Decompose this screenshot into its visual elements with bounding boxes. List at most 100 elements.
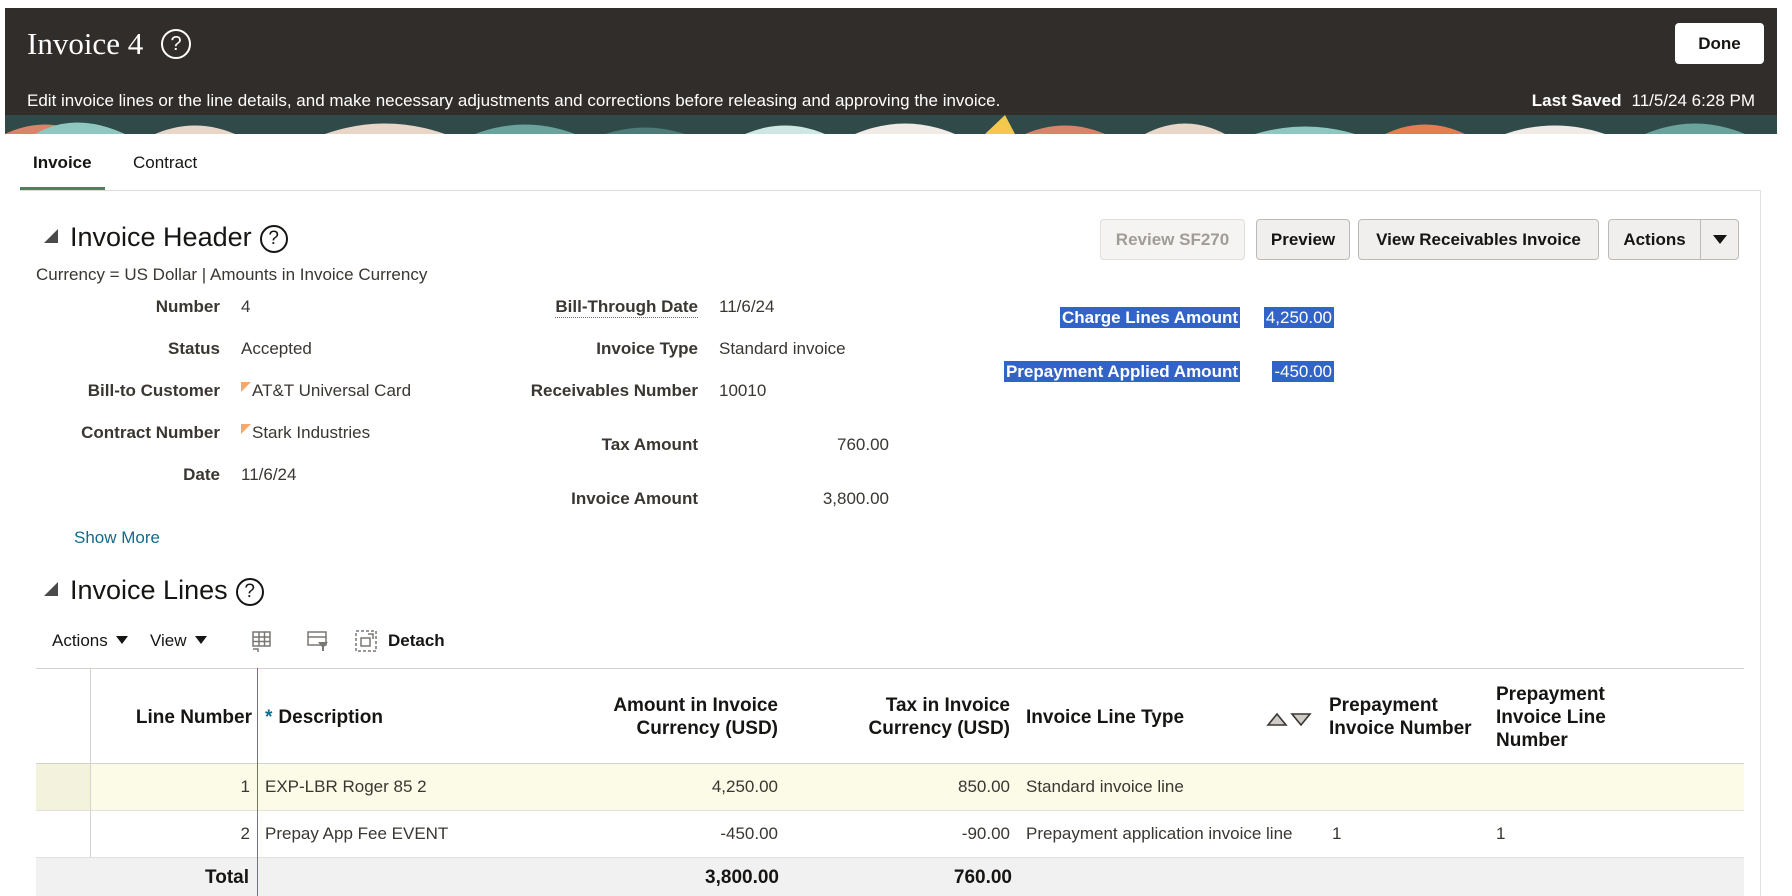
invoice-lines-toolbar: Actions View Detach	[36, 628, 636, 658]
prepayment-applied-amount-label: Prepayment Applied Amount	[1003, 361, 1240, 382]
col-amount[interactable]: Amount in Invoice Currency (USD)	[613, 694, 778, 740]
cell-line-number: 1	[240, 777, 250, 796]
view-menu-label: View	[150, 631, 187, 650]
col-invoice-line-type[interactable]: Invoice Line Type	[1026, 706, 1184, 729]
row-selector[interactable]	[36, 764, 91, 810]
page-title: Invoice 4	[27, 26, 144, 61]
tabs-divider	[20, 190, 1761, 191]
show-more-link[interactable]: Show More	[74, 528, 160, 548]
last-saved-label: Last Saved	[1531, 91, 1622, 110]
cell-invoice-line-type: Standard invoice line	[1026, 777, 1184, 796]
cell-line-number: 2	[240, 824, 250, 843]
tax-amount-label: Tax Amount	[601, 435, 698, 454]
col-prepayment-invoice-line-number[interactable]: Prepayment Invoice Line Number	[1496, 683, 1606, 752]
actions-button[interactable]: Actions	[1609, 220, 1701, 259]
collapse-triangle-icon[interactable]	[44, 582, 58, 596]
table-total-row: Total 3,800.00 760.00	[36, 858, 1744, 896]
total-label: Total	[205, 867, 249, 888]
invoice-type-label: Invoice Type	[596, 339, 698, 358]
last-saved: Last Saved 11/5/24 6:28 PM	[1532, 91, 1755, 111]
bill-through-date-value: 11/6/24	[719, 297, 775, 316]
sort-icon[interactable]	[1265, 711, 1315, 727]
receivables-number-value[interactable]: 10010	[719, 381, 766, 401]
tab-invoice[interactable]: Invoice	[20, 146, 105, 191]
help-icon[interactable]: ?	[161, 29, 191, 59]
col-line-number[interactable]: Line Number	[136, 706, 252, 729]
status-value: Accepted	[241, 339, 312, 358]
cell-invoice-line-type: Prepayment application invoice line	[1026, 824, 1293, 843]
contract-number-label: Contract Number	[81, 423, 220, 442]
invoice-type-value: Standard invoice	[719, 339, 846, 358]
table-row[interactable]: 1 EXP-LBR Roger 85 2 4,250.00 850.00 Sta…	[36, 764, 1744, 811]
invoice-header-title: Invoice Header	[70, 222, 252, 252]
cell-tax: -90.00	[961, 824, 1010, 843]
invoice-header-section: Invoice Header?	[44, 222, 288, 253]
bill-to-customer-text: AT&T Universal Card	[252, 381, 412, 400]
invoice-amount-label: Invoice Amount	[571, 489, 698, 508]
date-label: Date	[183, 465, 220, 484]
chevron-down-icon	[1712, 235, 1727, 244]
contract-number-value: Stark Industries	[241, 423, 370, 443]
content-border	[1760, 190, 1761, 896]
cell-description[interactable]: Prepay App Fee EVENT	[265, 824, 448, 844]
actions-menu-button[interactable]: Actions	[1608, 219, 1739, 260]
detach-icon[interactable]	[354, 629, 378, 653]
query-by-example-icon[interactable]	[306, 629, 330, 653]
chevron-down-icon	[194, 636, 207, 644]
cell-prepayment-invoice-number: 1	[1332, 824, 1342, 843]
collapse-triangle-icon[interactable]	[44, 229, 58, 243]
last-saved-value: 11/5/24 6:28 PM	[1631, 91, 1756, 110]
cell-prepayment-line-number: 1	[1496, 824, 1506, 843]
flag-icon	[241, 424, 251, 434]
number-label: Number	[155, 297, 220, 316]
actions-menu[interactable]: Actions	[52, 628, 128, 654]
charge-lines-amount-label: Charge Lines Amount	[1060, 307, 1240, 328]
required-indicator: *	[265, 707, 273, 728]
view-receivables-invoice-button[interactable]: View Receivables Invoice	[1358, 219, 1599, 260]
view-menu[interactable]: View	[150, 628, 207, 654]
help-icon[interactable]: ?	[259, 225, 288, 253]
preview-button[interactable]: Preview	[1256, 219, 1350, 260]
invoice-lines-section: Invoice Lines?	[44, 575, 264, 606]
prepayment-applied-amount-value: -450.00	[1272, 361, 1334, 382]
invoice-lines-title: Invoice Lines	[70, 575, 228, 605]
receivables-number-label: Receivables Number	[530, 381, 698, 400]
number-value: 4	[241, 297, 251, 316]
col-tax[interactable]: Tax in Invoice Currency (USD)	[869, 694, 1010, 740]
cell-description[interactable]: EXP-LBR Roger 85 2	[265, 777, 427, 797]
cell-amount: -450.00	[720, 824, 778, 843]
row-selector[interactable]	[36, 811, 91, 857]
cell-amount: 4,250.00	[711, 777, 778, 796]
currency-note: Currency = US Dollar | Amounts in Invoic…	[36, 265, 428, 284]
done-button[interactable]: Done	[1675, 23, 1764, 64]
frozen-column-divider	[257, 668, 258, 896]
actions-dropdown-toggle[interactable]	[1701, 220, 1738, 259]
col-prepayment-invoice-number[interactable]: Prepayment Invoice Number	[1329, 694, 1472, 740]
review-sf270-button[interactable]: Review SF270	[1100, 219, 1245, 260]
invoice-amount-value: 3,800.00	[822, 489, 889, 508]
flag-icon	[241, 382, 251, 392]
page-description: Edit invoice lines or the line details, …	[27, 91, 1001, 110]
cell-tax: 850.00	[958, 777, 1010, 796]
tax-amount-value: 760.00	[837, 435, 889, 454]
row-selector-header	[36, 669, 91, 763]
page-header: Invoice 4 ? Edit invoice lines or the li…	[5, 8, 1777, 134]
table-row[interactable]: 2 Prepay App Fee EVENT -450.00 -90.00 Pr…	[36, 811, 1744, 858]
date-value: 11/6/24	[241, 465, 297, 484]
freeze-columns-icon[interactable]	[249, 629, 273, 653]
detach-button[interactable]: Detach	[388, 628, 445, 654]
help-icon[interactable]: ?	[235, 578, 264, 606]
col-description[interactable]: * Description	[265, 706, 383, 729]
actions-menu-label: Actions	[52, 631, 108, 650]
col-description-label: Description	[278, 707, 383, 728]
contract-number-text: Stark Industries	[252, 423, 371, 442]
invoice-lines-table: Line Number * Description Amount in Invoi…	[36, 668, 1744, 896]
bill-through-date-label[interactable]: Bill-Through Date	[555, 297, 698, 318]
status-label: Status	[168, 339, 220, 358]
tab-contract[interactable]: Contract	[120, 146, 210, 191]
total-amount: 3,800.00	[705, 867, 779, 888]
total-tax: 760.00	[953, 867, 1012, 888]
bill-to-customer-label: Bill-to Customer	[87, 381, 220, 400]
decorative-banner-pattern	[5, 115, 1777, 134]
charge-lines-amount-value: 4,250.00	[1263, 307, 1334, 328]
